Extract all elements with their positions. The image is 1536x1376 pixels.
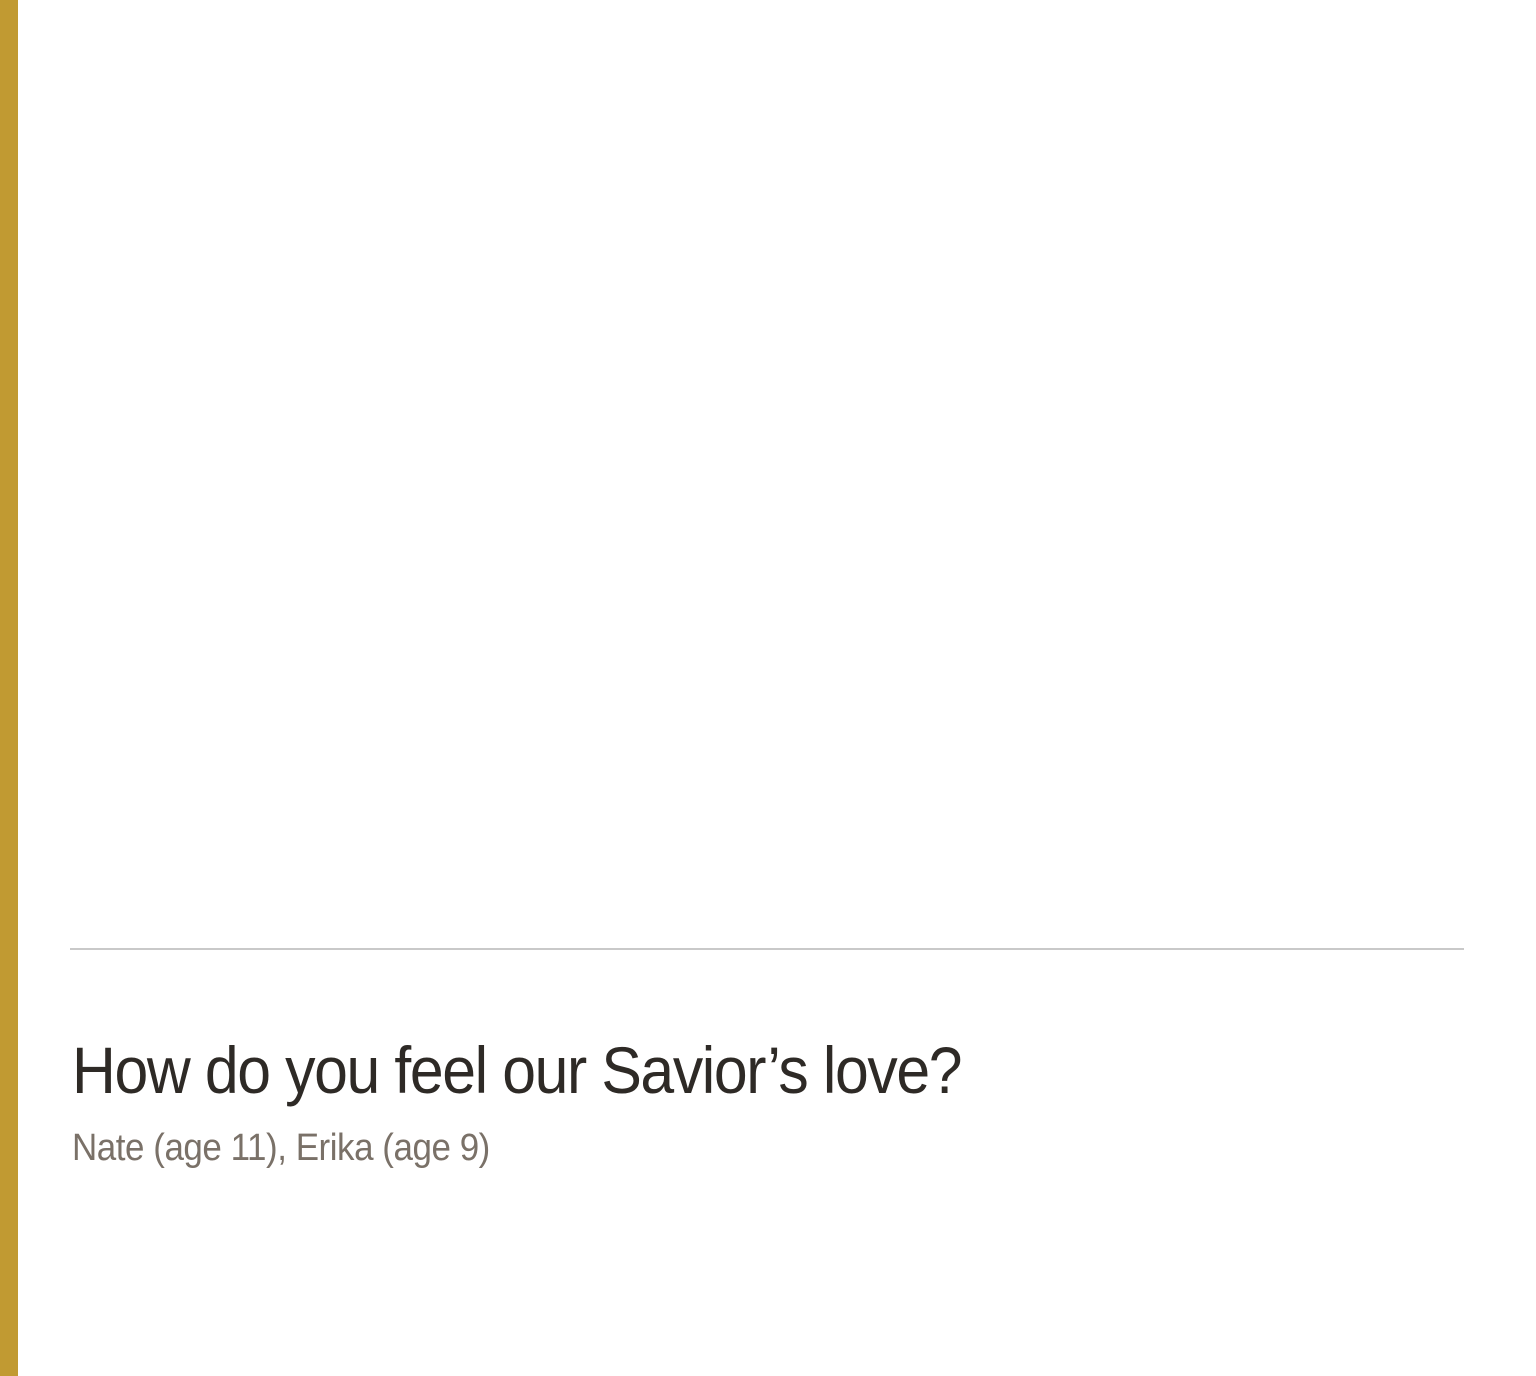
- page-title: How do you feel our Savior’s love?: [72, 1033, 963, 1107]
- divider: [70, 948, 1464, 950]
- byline: Nate (age 11), Erika (age 9): [72, 1127, 490, 1169]
- blank-content-area: [70, 0, 1464, 938]
- page: How do you feel our Savior’s love? Nate …: [0, 0, 1536, 1376]
- accent-bar: [0, 0, 18, 1376]
